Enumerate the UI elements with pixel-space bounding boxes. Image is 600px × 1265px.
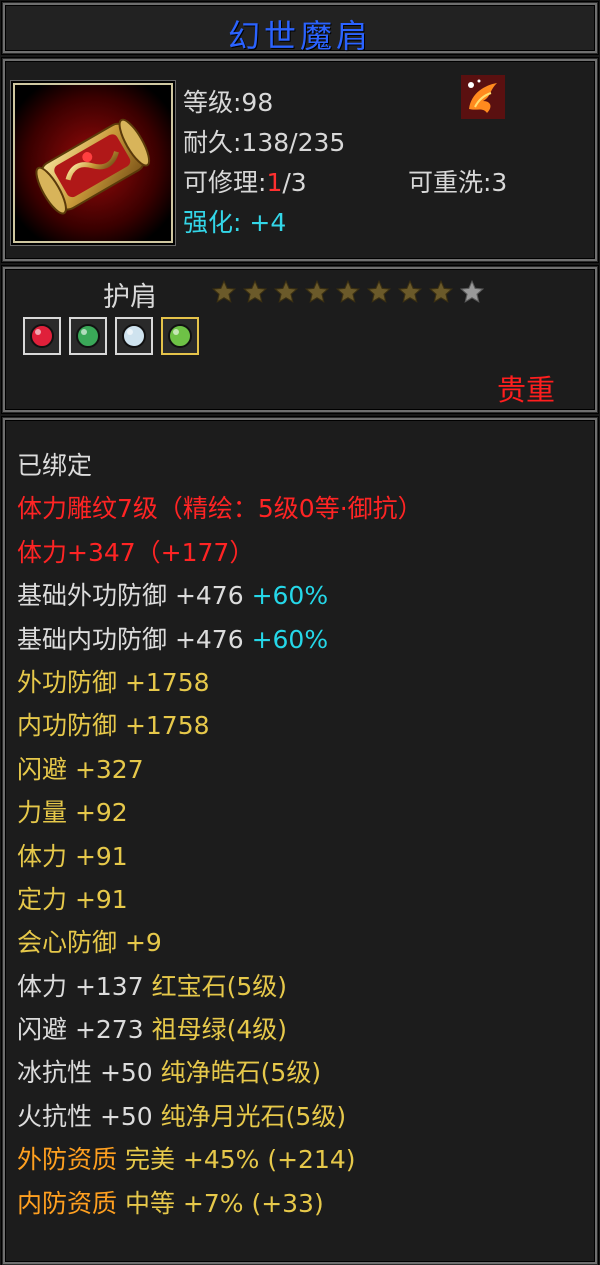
- star-empty-icon: [459, 279, 485, 303]
- attribute-extra: 中等 +7% (+33): [124, 1188, 324, 1218]
- item-info-panel: 等级:98 耐久:138/235 可修理:1/3 可重洗:3 强化: +4: [2, 58, 598, 262]
- attribute-extra: 纯净月光石(5级): [160, 1101, 347, 1131]
- moonstone-gem-icon[interactable]: [161, 317, 199, 355]
- attribute-line: 闪避 +273 祖母绿(4级): [17, 1008, 423, 1051]
- rarity-text: 贵重: [496, 373, 555, 407]
- attribute-line: 体力雕纹7级（精绘：5级0等·御抗）: [17, 487, 423, 530]
- reset-text: 可重洗:3: [408, 168, 508, 197]
- attribute-text: 基础内功防御 +476: [17, 624, 252, 654]
- attribute-extra: 完美 +45% (+214): [124, 1145, 356, 1175]
- phoenix-badge-icon: [461, 75, 505, 119]
- attribute-text: 内防资质: [17, 1188, 125, 1218]
- attribute-line: 体力+347（+177）: [17, 531, 423, 574]
- star-filled-icon: [366, 279, 392, 303]
- attribute-line: 外功防御 +1758: [17, 661, 423, 704]
- shoulder-scroll-icon: [15, 85, 171, 241]
- attribute-line: 定力 +91: [17, 878, 423, 921]
- star-filled-icon: [211, 279, 237, 303]
- attribute-text: 体力 +91: [17, 841, 128, 871]
- attribute-extra: 红宝石(5级): [151, 971, 287, 1001]
- attribute-text: 外功防御 +1758: [17, 667, 210, 697]
- attribute-text: 基础外功防御 +476: [17, 581, 252, 611]
- attribute-text: 会心防御 +9: [17, 928, 162, 958]
- attribute-text: 定力 +91: [17, 884, 128, 914]
- attribute-extra: +60%: [251, 581, 329, 611]
- star-filled-icon: [304, 279, 330, 303]
- star-filled-icon: [273, 279, 299, 303]
- level-text: 等级:98: [183, 88, 274, 117]
- star-filled-icon: [335, 279, 361, 303]
- attribute-text: 体力+347（+177）: [17, 537, 255, 567]
- repair-label: 可修理:: [183, 168, 267, 197]
- title-bar: 幻世魔肩: [2, 2, 598, 55]
- gem-slots: [23, 317, 199, 355]
- attribute-line: 火抗性 +50 纯净月光石(5级): [17, 1095, 423, 1138]
- attribute-text: 体力 +137: [17, 971, 152, 1001]
- attribute-text: 闪避 +327: [17, 754, 144, 784]
- repair-current: 1: [266, 168, 283, 197]
- star-filled-icon: [428, 279, 454, 303]
- ruby-gem-icon[interactable]: [23, 317, 61, 355]
- attribute-text: 体力雕纹7级（精绘：5级0等·御抗）: [17, 494, 423, 524]
- attribute-text: 冰抗性 +50: [17, 1058, 161, 1088]
- diamond-gem-icon[interactable]: [115, 317, 153, 355]
- attribute-extra: +60%: [251, 624, 329, 654]
- attribute-line: 闪避 +327: [17, 748, 423, 791]
- durability-text: 耐久:138/235: [183, 128, 346, 157]
- attribute-text: 闪避 +273: [17, 1015, 152, 1045]
- item-type-panel: 护肩 贵重: [2, 266, 598, 413]
- attribute-line: 基础外功防御 +476 +60%: [17, 574, 423, 617]
- attribute-line: 内功防御 +1758: [17, 704, 423, 747]
- attribute-line: 内防资质 中等 +7% (+33): [17, 1182, 423, 1225]
- star-filled-icon: [242, 279, 268, 303]
- attribute-line: 会心防御 +9: [17, 921, 423, 964]
- emerald-gem-icon[interactable]: [69, 317, 107, 355]
- attribute-line: 冰抗性 +50 纯净皓石(5级): [17, 1051, 423, 1094]
- attribute-extra: 祖母绿(4级): [151, 1015, 287, 1045]
- star-rating: [211, 279, 485, 305]
- enhance-text: 强化: +4: [183, 208, 287, 237]
- item-icon[interactable]: [13, 83, 173, 243]
- attribute-text: 内功防御 +1758: [17, 711, 210, 741]
- attribute-panel: 已绑定体力雕纹7级（精绘：5级0等·御抗） 体力+347（+177） 基础外功防御 …: [2, 417, 598, 1265]
- attribute-list: 已绑定体力雕纹7级（精绘：5级0等·御抗） 体力+347（+177） 基础外功防御 …: [17, 444, 423, 1225]
- item-type: 护肩: [103, 282, 157, 313]
- repair-max: /3: [282, 168, 307, 197]
- item-name: 幻世魔肩: [227, 17, 372, 55]
- attribute-line: 外防资质 完美 +45% (+214): [17, 1138, 423, 1181]
- attribute-extra: 纯净皓石(5级): [160, 1058, 322, 1088]
- star-filled-icon: [397, 279, 423, 303]
- attribute-text: 力量 +92: [17, 798, 128, 828]
- attribute-line: 力量 +92: [17, 791, 423, 834]
- repair-text: 可修理:1/3: [183, 163, 307, 199]
- attribute-line: 体力 +137 红宝石(5级): [17, 965, 423, 1008]
- attribute-text: 已绑定: [17, 451, 93, 480]
- attribute-line: 基础内功防御 +476 +60%: [17, 618, 423, 661]
- attribute-text: 火抗性 +50: [17, 1101, 161, 1131]
- attribute-line: 体力 +91: [17, 835, 423, 878]
- attribute-text: 外防资质: [17, 1145, 125, 1175]
- attribute-line: 已绑定: [17, 444, 423, 487]
